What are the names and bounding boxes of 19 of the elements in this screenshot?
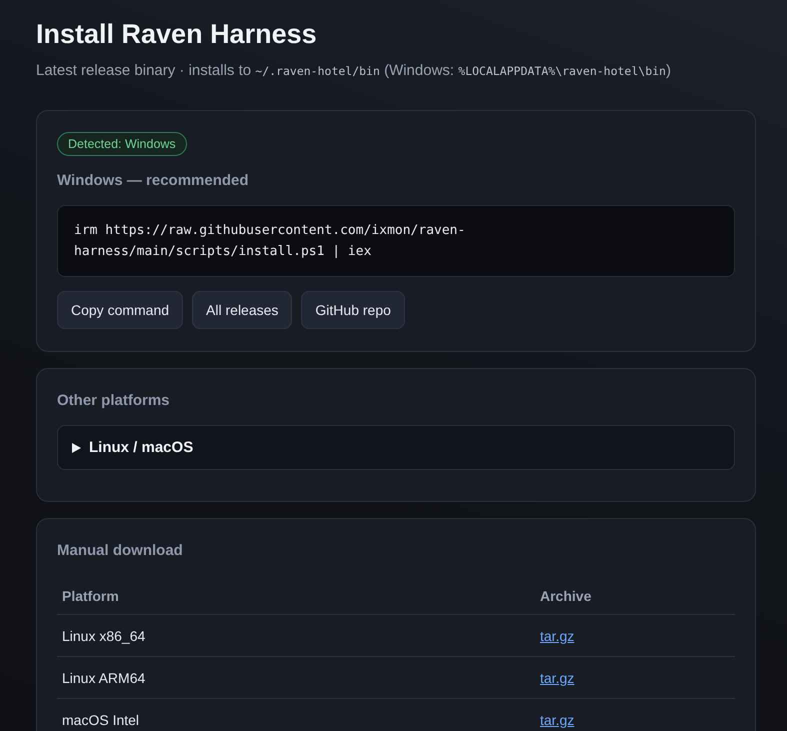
section-heading: Other platforms	[57, 391, 170, 411]
download-link[interactable]: tar.gz	[540, 670, 574, 686]
expandable-section[interactable]: Linux / macOS	[57, 425, 735, 470]
detected-platform-badge: Detected: Windows	[57, 132, 187, 156]
section-heading: Manual download	[57, 541, 183, 561]
download-link[interactable]: tar.gz	[540, 628, 574, 644]
all-releases-button[interactable]: All releases	[192, 291, 292, 329]
table-cell: Linux x86_64	[62, 628, 146, 644]
copy-command-button[interactable]: Copy command	[57, 291, 184, 329]
page-title: Install Raven Harness	[36, 18, 317, 50]
install-command: irm https://raw.githubusercontent.com/ixmon/raven-harness/main/scripts/install.ps1 | iex	[57, 205, 735, 277]
github-repo-button[interactable]: GitHub repo	[301, 291, 405, 329]
table-cell: macOS Intel	[62, 712, 140, 728]
page-subtitle: Latest release binary · installs to ~/.raven-hotel/bin (Windows: %LOCALAPPDATA%\raven-hotel\bin)	[36, 61, 671, 81]
column-header: Archive	[540, 588, 592, 604]
column-header: Platform	[62, 588, 119, 604]
table-cell: Linux ARM64	[62, 670, 146, 686]
section-heading: Windows — recommended	[57, 171, 249, 191]
download-link[interactable]: tar.gz	[540, 712, 574, 728]
